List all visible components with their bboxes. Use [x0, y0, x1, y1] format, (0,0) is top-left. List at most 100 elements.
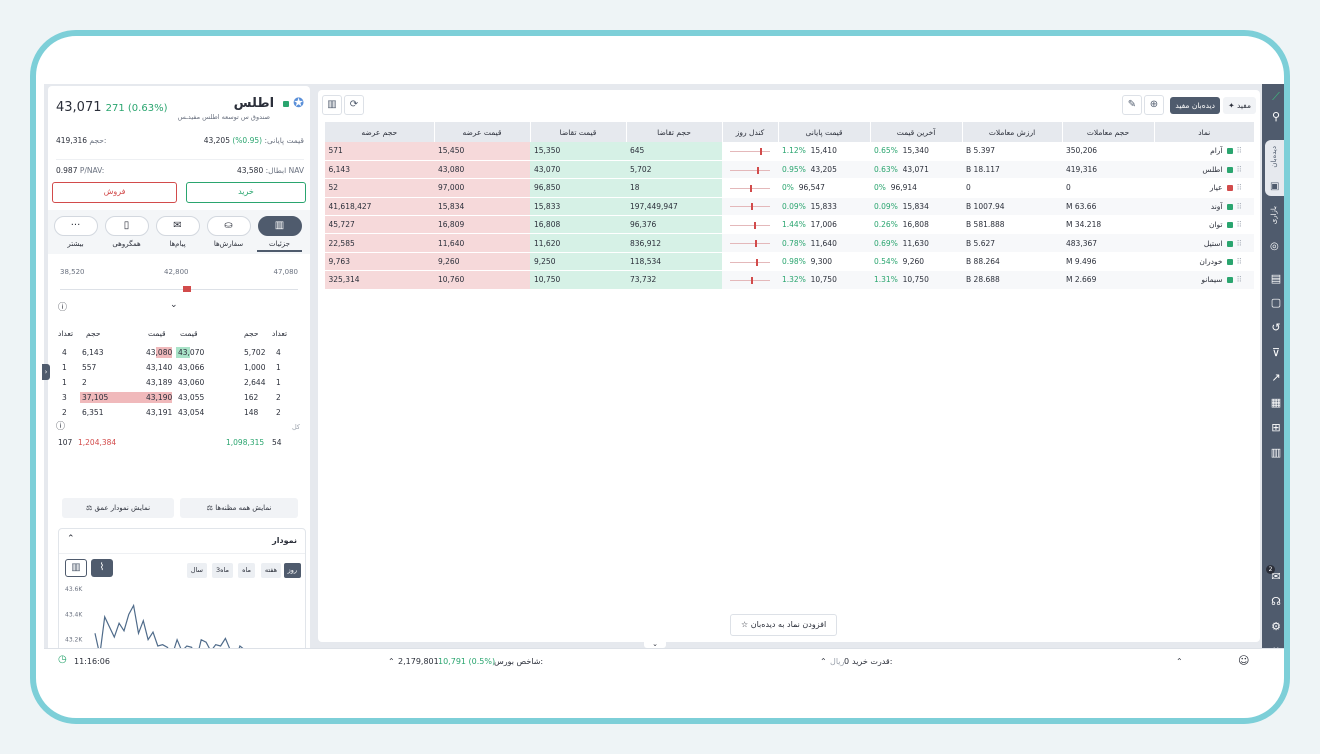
drag-handle-icon[interactable]: ⠿ — [1237, 239, 1243, 248]
history-icon[interactable]: ↺ — [1267, 319, 1284, 337]
buy-button[interactable]: خرید — [186, 182, 306, 203]
table-row[interactable]: ⠿آرام 350,206 5.397 B 15,340 0.65% 15,410 1.… — [324, 142, 1254, 161]
tab-orders[interactable]: ⛀ سفارش‌ها — [206, 216, 251, 248]
orderbook-row[interactable]: 1 2 43,189 43,060 2,644 1 — [58, 375, 300, 390]
symbol-cell[interactable]: ⠿ توان — [1154, 215, 1254, 235]
settings-icon[interactable]: ⚙ — [1267, 618, 1284, 636]
volume-cell: 419,316 — [1062, 160, 1154, 180]
info-icon[interactable]: ⓘ — [56, 420, 65, 435]
period-year[interactable]: سال — [186, 563, 207, 578]
drag-handle-icon[interactable]: ⠿ — [1237, 220, 1243, 229]
grid-icon[interactable]: ▦ — [1267, 394, 1284, 412]
drag-handle-icon[interactable]: ⠿ — [1237, 275, 1243, 284]
buy-volume: 5,702 — [244, 348, 266, 357]
period-3month[interactable]: 3ماه — [211, 563, 233, 578]
table-row[interactable]: ⠿اطلس 419,316 18.117 B 43,071 0.63% 43,205 0… — [324, 160, 1254, 180]
symbol-cell[interactable]: ⠿ خودران — [1154, 252, 1254, 272]
show-depth-button[interactable]: ⚖ نمایش نمودار عمق — [62, 498, 174, 518]
total-buy-count: 54 — [272, 438, 282, 447]
symbol-cell[interactable]: ⠿ سیمانو — [1154, 270, 1254, 290]
tab-messages[interactable]: ✉ پیام‌ها — [155, 216, 200, 248]
status-dot — [1226, 259, 1233, 266]
col-bid-vol[interactable]: حجم تقاضا — [625, 122, 722, 142]
user-icon[interactable]: ☺ — [1238, 654, 1249, 667]
volume-cell: 2.669 M — [1062, 270, 1154, 290]
col-ask-vol[interactable]: حجم عرضه — [324, 122, 434, 142]
drag-handle-icon[interactable]: ⠿ — [1237, 202, 1243, 211]
period-day[interactable]: روز — [283, 563, 301, 578]
last-pct: 0.26% — [874, 220, 898, 230]
orderbook-row[interactable]: 4 6,143 43,080 43,070 5,702 4 — [58, 345, 300, 360]
table-row[interactable]: ⠿خودران 9.496 M 88.264 B 9,260 0.54% 9,300 0… — [324, 252, 1254, 272]
filter-icon[interactable]: ⊽ — [1267, 344, 1284, 362]
col-last[interactable]: آخرین قیمت — [869, 122, 962, 142]
pnav-value: 0.987 — [56, 166, 78, 175]
table-row[interactable]: ⠿عیار 0 0 96,914 0% 96,547 0% 18 96,850 97,000 5… — [324, 178, 1254, 198]
symbol-cell[interactable]: ⠿ استیل — [1154, 233, 1254, 253]
info-icon[interactable]: ⓘ — [58, 300, 67, 313]
sidebar-tab-market[interactable]: بازاری ◎ — [1265, 200, 1284, 256]
day-candle — [726, 200, 774, 212]
period-week[interactable]: هفته — [260, 563, 281, 578]
columns-icon[interactable]: ▥ — [322, 95, 342, 115]
tab-more[interactable]: ··· بیشتر — [53, 216, 98, 248]
col-bid-price[interactable]: قیمت تقاضا — [529, 122, 626, 142]
chevron-down-icon[interactable]: ⌄ — [170, 300, 178, 310]
col-close[interactable]: قیمت پایانی — [777, 122, 870, 142]
y-tick-label: 43.4K — [65, 611, 83, 618]
period-month[interactable]: ماه — [238, 563, 255, 578]
add-list-icon[interactable]: ⊕ — [1144, 95, 1164, 115]
line-chart-button[interactable]: ⌇ — [91, 559, 113, 577]
symbol-cell[interactable]: ⠿ آوند — [1154, 197, 1254, 217]
drag-handle-icon[interactable]: ⠿ — [1237, 257, 1243, 266]
star-plus-icon: ☆ — [741, 620, 749, 629]
symbol-cell[interactable]: ⠿ اطلس — [1154, 160, 1254, 180]
chart-icon[interactable]: ▥ — [1267, 444, 1284, 462]
orderbook-row[interactable]: 1 557 43,140 43,066 1,000 1 — [58, 360, 300, 375]
show-all-quotes-button[interactable]: ⚖ نمایش همه مظنه‌ها — [180, 498, 298, 518]
drag-handle-icon[interactable]: ⠿ — [1237, 183, 1243, 192]
symbol-cell[interactable]: ⠿ آرام — [1154, 142, 1254, 161]
collapse-left-handle[interactable]: › — [42, 364, 50, 380]
sidebar-tab-watchlist[interactable]: دیده‌بان ▣ — [1265, 140, 1284, 196]
orderbook-row[interactable]: 3 37,105 43,190 43,055 162 2 — [58, 390, 300, 405]
col-ask-price[interactable]: قیمت عرضه — [433, 122, 530, 142]
table-row[interactable]: ⠿توان 34.218 M 581.888 B 16,808 0.26% 17,006… — [324, 215, 1254, 235]
index-chevron-up-icon[interactable]: ⌃ — [388, 657, 395, 666]
sell-volume: 6,143 — [82, 348, 104, 357]
sell-button[interactable]: فروش — [52, 182, 177, 203]
status-bar: ◷ 11:16:06 ⌃ 2,179,801 10,791 (0.5%) شاخ… — [44, 648, 1284, 674]
collapse-bottom-handle[interactable]: ⌄ — [644, 640, 666, 648]
col-value[interactable]: ارزش معاملات — [961, 122, 1062, 142]
edit-list-icon[interactable]: ✎ — [1122, 95, 1142, 115]
table-row[interactable]: ⠿آوند 63.66 M 1007.94 B 15,834 0.09% 15,833 … — [324, 197, 1254, 217]
selected-watchlist-button[interactable]: دیده‌بان مفید — [1170, 97, 1220, 114]
col-candle[interactable]: کندل روز — [721, 122, 778, 142]
headset-icon[interactable]: ☊ — [1267, 593, 1284, 611]
col-volume[interactable]: حجم معاملات — [1061, 122, 1154, 142]
tab-details[interactable]: ▥ جزئیات — [257, 216, 302, 252]
chevron-up-icon[interactable]: ⌃ — [67, 534, 75, 544]
last-price: 15,340 — [902, 146, 929, 156]
drag-handle-icon[interactable]: ⠿ — [1237, 146, 1243, 155]
ipo-icon[interactable]: ▤ — [1267, 270, 1284, 288]
watchlist-icon: ▣ — [1270, 181, 1280, 192]
refresh-icon[interactable]: ⟳ — [344, 95, 364, 115]
portfolio-icon[interactable]: ▢ — [1267, 294, 1284, 312]
tab-peers[interactable]: ▯ همگروهی — [104, 216, 149, 248]
add-symbol-button[interactable]: ☆ افزودن نماد به دیده‌بان — [730, 614, 838, 636]
chevron-up-icon[interactable]: ⌃ — [1176, 657, 1183, 666]
col-symbol[interactable]: نماد — [1153, 122, 1254, 142]
drag-handle-icon[interactable]: ⠿ — [1237, 165, 1243, 174]
candle-chart-button[interactable]: ▥ — [65, 559, 87, 577]
table-row[interactable]: ⠿استیل 483,367 5.627 B 11,630 0.69% 11,640 0… — [324, 233, 1254, 253]
watchlist-owner-button[interactable]: ✦ مفید — [1223, 97, 1256, 114]
symbol-cell[interactable]: ⠿ عیار — [1154, 178, 1254, 198]
power-chevron-up-icon[interactable]: ⌃ — [820, 657, 827, 666]
table-row[interactable]: ⠿سیمانو 2.669 M 28.688 B 10,750 1.31% 10,750… — [324, 270, 1254, 290]
search-icon[interactable]: ⚲ — [1267, 108, 1284, 126]
calculator-icon[interactable]: ⊞ — [1267, 419, 1284, 437]
report-icon[interactable]: ↗ — [1267, 369, 1284, 387]
ob-h-buy-vol: حجم — [244, 329, 259, 338]
orderbook-row[interactable]: 2 6,351 43,191 43,054 148 2 — [58, 405, 300, 420]
